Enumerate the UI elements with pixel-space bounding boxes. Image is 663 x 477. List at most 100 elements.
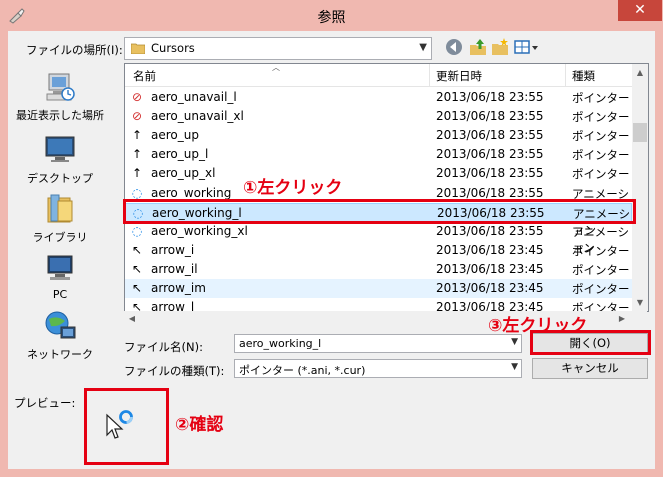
cancel-button[interactable]: キャンセル xyxy=(532,358,648,379)
table-row[interactable]: ⊘ aero_unavail_xl 2013/06/18 23:55 ポインター xyxy=(125,107,632,126)
place-pc[interactable]: PC xyxy=(14,251,106,301)
cursor-file-icon: ◌ xyxy=(131,223,143,238)
file-date: 2013/06/18 23:55 xyxy=(436,185,544,200)
file-date: 2013/06/18 23:55 xyxy=(436,128,544,143)
desktop-icon xyxy=(43,133,77,167)
highlight-selected-file xyxy=(123,199,636,224)
chevron-down-icon[interactable]: ▼ xyxy=(511,337,518,347)
location-value: Cursors xyxy=(151,41,195,55)
place-label: PC xyxy=(52,288,68,301)
file-date: 2013/06/18 23:55 xyxy=(436,109,544,124)
cursor-file-icon: ⊘ xyxy=(131,90,143,104)
file-date: 2013/06/18 23:55 xyxy=(436,166,544,181)
cursor-file-icon: ↖ xyxy=(131,261,143,276)
file-name: aero_up_xl xyxy=(151,166,216,181)
file-name: arrow_im xyxy=(151,281,206,295)
place-label: 最近表示した場所 xyxy=(16,109,104,122)
vertical-scrollbar[interactable]: ▲ ▼ xyxy=(632,64,648,311)
table-row[interactable]: ↖ arrow_im 2013/06/18 23:45 ポインター xyxy=(125,279,632,298)
file-name: aero_up xyxy=(151,128,199,143)
file-type: ポインター xyxy=(572,91,630,105)
location-label: ファイルの場所(I): xyxy=(26,43,123,57)
file-type: ポインター xyxy=(572,148,630,163)
filename-input[interactable]: aero_working_l ▼ xyxy=(234,334,522,353)
file-name: aero_unavail_l xyxy=(151,90,237,104)
up-folder-icon[interactable] xyxy=(468,37,488,57)
file-name: aero_working_xl xyxy=(151,223,248,238)
annotation-step1: ①左クリック xyxy=(243,178,343,198)
place-recent[interactable]: 最近表示した場所 xyxy=(14,70,106,123)
network-icon xyxy=(43,309,77,343)
sort-ascending-icon: ︿ xyxy=(272,63,280,72)
file-date: 2013/06/18 23:55 xyxy=(436,90,544,104)
place-label: デスクトップ xyxy=(27,172,93,185)
title-bar: 参照 ✕ xyxy=(0,0,663,32)
table-row[interactable]: ↖ arrow_l 2013/06/18 23:45 ポインター xyxy=(125,298,632,311)
filetype-label: ファイルの種類(T): xyxy=(124,364,225,378)
file-name: aero_up_l xyxy=(151,147,209,162)
table-row[interactable]: ↖ arrow_i 2013/06/18 23:45 ポインター xyxy=(125,241,632,260)
file-list[interactable]: ︿ 名前 更新日時 種類 ⊘ aero_unavail_l 2013/06/18 2… xyxy=(124,63,649,312)
annotation-step3: ③左クリック xyxy=(488,316,588,336)
computer-icon xyxy=(43,251,77,285)
scroll-right-icon[interactable]: ▶ xyxy=(614,311,630,327)
location-combobox[interactable]: Cursors ▼ xyxy=(124,37,432,60)
scroll-up-icon[interactable]: ▲ xyxy=(632,64,648,81)
chevron-down-icon: ▼ xyxy=(419,42,427,53)
file-type: ポインター xyxy=(572,243,630,258)
cursor-file-icon: ↑ xyxy=(131,128,143,143)
file-name: aero_working xyxy=(151,185,232,200)
window-title: 参照 xyxy=(317,10,346,26)
table-row[interactable]: ↑ aero_up 2013/06/18 23:55 ポインター xyxy=(125,126,632,145)
filetype-value: ポインター (*.ani, *.cur) xyxy=(239,364,366,377)
file-name: aero_unavail_xl xyxy=(151,109,244,124)
cursor-file-icon: ↑ xyxy=(131,166,143,181)
file-date: 2013/06/18 23:45 xyxy=(436,281,544,295)
table-row[interactable]: ↑ aero_up_l 2013/06/18 23:55 ポインター xyxy=(125,145,632,164)
column-divider[interactable] xyxy=(429,64,430,86)
column-header-name[interactable]: 名前 xyxy=(133,68,156,84)
place-label: ライブラリ xyxy=(32,231,88,244)
table-row[interactable]: ⊘ aero_unavail_l 2013/06/18 23:55 ポインター xyxy=(125,88,632,107)
file-type: ポインター xyxy=(572,282,630,296)
file-type: ポインター xyxy=(572,262,630,277)
place-desktop[interactable]: デスクトップ xyxy=(14,133,106,186)
column-header-date[interactable]: 更新日時 xyxy=(436,68,482,84)
cursor-file-icon: ↖ xyxy=(131,242,143,257)
file-name: arrow_il xyxy=(151,261,198,276)
file-date: 2013/06/18 23:55 xyxy=(436,223,544,238)
dialog-window: 参照 ✕ ファイルの場所(I): Cursors ▼ 最近表示した場所 デスクト… xyxy=(0,0,663,477)
back-arrow-icon[interactable] xyxy=(444,37,464,57)
file-date: 2013/06/18 23:45 xyxy=(436,242,544,257)
new-folder-icon[interactable] xyxy=(490,37,510,57)
libraries-icon xyxy=(43,192,77,226)
cursor-file-icon: ↑ xyxy=(131,147,143,162)
file-type: ポインター xyxy=(572,129,630,144)
table-row[interactable]: ◌ aero_working_xl 2013/06/18 23:55 アニメーション xyxy=(125,222,632,255)
close-button[interactable]: ✕ xyxy=(618,0,662,21)
place-libraries[interactable]: ライブラリ xyxy=(14,192,106,245)
file-date: 2013/06/18 23:45 xyxy=(436,261,544,276)
filename-value: aero_working_l xyxy=(239,337,322,350)
cursor-file-icon: ⊘ xyxy=(131,109,143,124)
table-row[interactable]: ↑ aero_up_xl 2013/06/18 23:55 ポインター xyxy=(125,164,632,183)
view-menu-icon[interactable] xyxy=(513,37,539,57)
list-header: ︿ 名前 更新日時 種類 xyxy=(125,64,632,87)
column-divider[interactable] xyxy=(565,64,566,86)
scroll-down-icon[interactable]: ▼ xyxy=(632,294,648,311)
chevron-down-icon: ▼ xyxy=(511,362,518,372)
annotation-step2: ②確認 xyxy=(175,415,224,435)
filetype-select[interactable]: ポインター (*.ani, *.cur) ▼ xyxy=(234,359,522,378)
column-header-type[interactable]: 種類 xyxy=(572,68,595,84)
file-type: ポインター xyxy=(572,167,630,182)
scroll-left-icon[interactable]: ◀ xyxy=(124,311,140,327)
file-type: ポインター xyxy=(572,110,630,125)
table-row[interactable]: ↖ arrow_il 2013/06/18 23:45 ポインター xyxy=(125,260,632,279)
file-name: arrow_i xyxy=(151,242,195,257)
place-network[interactable]: ネットワーク xyxy=(14,309,106,362)
filename-label: ファイル名(N): xyxy=(124,340,203,354)
scroll-thumb[interactable] xyxy=(633,123,647,142)
preview-label: プレビュー: xyxy=(14,396,76,410)
recent-places-icon xyxy=(43,70,77,104)
highlight-preview xyxy=(84,388,169,465)
